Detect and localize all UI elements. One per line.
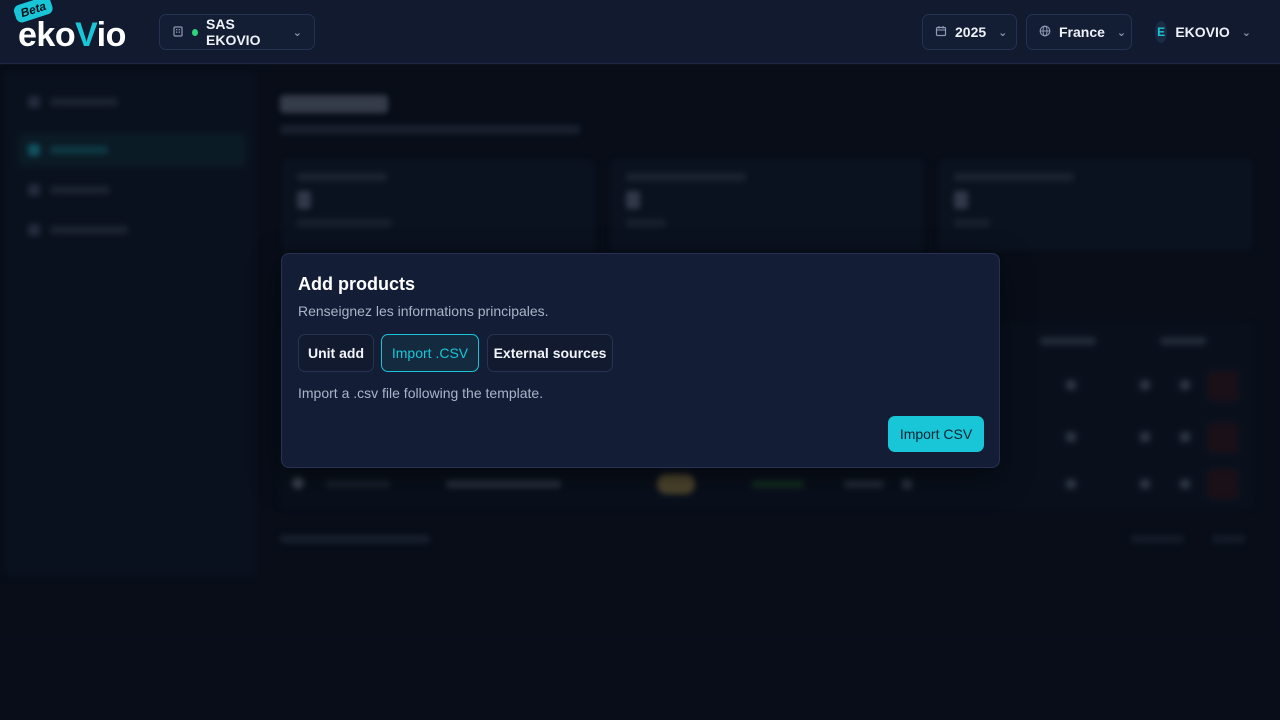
country-value: France <box>1059 24 1105 40</box>
top-header: ekoVio Beta SAS EKOVIO ⌄ 2025 ⌄ France ⌄… <box>0 0 1280 64</box>
globe-icon <box>1039 25 1051 40</box>
chevron-down-icon: ⌄ <box>1241 26 1251 39</box>
import-csv-button[interactable]: Import CSV <box>888 416 984 452</box>
add-products-dialog: Add products Renseignez les informations… <box>281 253 1000 468</box>
chevron-down-icon: ⌄ <box>998 26 1008 39</box>
chevron-down-icon: ⌄ <box>292 26 302 39</box>
tab-external-sources[interactable]: External sources <box>487 334 613 372</box>
country-selector[interactable]: France ⌄ <box>1026 14 1132 50</box>
organization-selector[interactable]: SAS EKOVIO ⌄ <box>159 14 315 50</box>
avatar: E <box>1155 21 1168 43</box>
year-value: 2025 <box>955 24 987 40</box>
tab-unit-add[interactable]: Unit add <box>298 334 374 372</box>
building-icon <box>172 25 184 40</box>
user-menu[interactable]: E EKOVIO ⌄ <box>1142 14 1264 50</box>
status-online-dot <box>192 28 198 36</box>
chevron-down-icon: ⌄ <box>1116 26 1127 39</box>
dialog-subtitle: Renseignez les informations principales. <box>298 303 549 319</box>
calendar-icon <box>935 25 947 40</box>
import-description: Import a .csv file following the templat… <box>298 385 544 401</box>
logo[interactable]: ekoVio Beta <box>12 0 148 60</box>
logo-wordmark: ekoVio <box>18 16 126 54</box>
user-name: EKOVIO <box>1175 24 1230 40</box>
year-selector[interactable]: 2025 ⌄ <box>922 14 1017 50</box>
dialog-title: Add products <box>298 274 415 294</box>
organization-name: SAS EKOVIO <box>206 16 261 48</box>
tab-import-csv[interactable]: Import .CSV <box>381 334 479 372</box>
